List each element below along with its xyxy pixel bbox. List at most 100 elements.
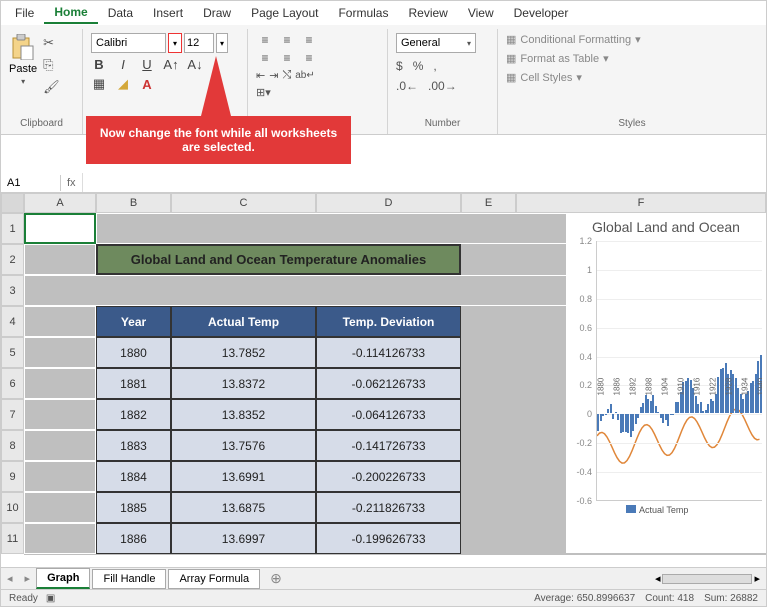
- column-headers: A B C D E F: [24, 193, 766, 213]
- table-row[interactable]: 1883: [96, 430, 171, 461]
- currency-button[interactable]: $: [396, 59, 403, 73]
- font-name-dropdown[interactable]: ▾: [168, 33, 182, 53]
- paste-button[interactable]: Paste ▾: [9, 33, 37, 95]
- row-head-11[interactable]: 11: [1, 523, 24, 554]
- table-row[interactable]: 1884: [96, 461, 171, 492]
- conditional-formatting[interactable]: ▦Conditional Formatting ▾: [506, 33, 758, 46]
- cell-A1[interactable]: [24, 213, 96, 244]
- menu-view[interactable]: View: [458, 3, 504, 23]
- col-head-C[interactable]: C: [171, 193, 316, 213]
- grid-body[interactable]: Global Land and Ocean Temperature Anomal…: [24, 213, 766, 555]
- orientation-button[interactable]: ⤭: [282, 69, 291, 82]
- col-head-F[interactable]: F: [516, 193, 766, 213]
- table-row[interactable]: 1880: [96, 337, 171, 368]
- menu-home[interactable]: Home: [44, 2, 97, 24]
- increase-font-button[interactable]: A↑: [163, 57, 179, 72]
- table-row[interactable]: 1881: [96, 368, 171, 399]
- sheet-tabs: ◂ ▸ Graph Fill Handle Array Formula ⊕ ◂ …: [1, 567, 766, 589]
- row-head-5[interactable]: 5: [1, 337, 24, 368]
- menu-review[interactable]: Review: [398, 3, 457, 23]
- format-painter-icon[interactable]: 🖌: [43, 79, 60, 95]
- underline-button[interactable]: U: [139, 57, 155, 72]
- cut-icon[interactable]: ✂: [43, 35, 60, 51]
- font-color-button[interactable]: A: [139, 77, 155, 92]
- group-number: General▾ $ % , .0← .00→ Number: [388, 29, 498, 134]
- tab-nav-prev[interactable]: ◂: [1, 572, 19, 585]
- title-cell[interactable]: Global Land and Ocean Temperature Anomal…: [96, 244, 461, 275]
- cell-styles[interactable]: ▦Cell Styles ▾: [506, 71, 758, 84]
- record-macro-icon[interactable]: ▣: [46, 593, 55, 604]
- increase-indent[interactable]: ⇥: [269, 69, 278, 82]
- chart-legend: Actual Temp: [566, 501, 766, 515]
- menu-formulas[interactable]: Formulas: [328, 3, 398, 23]
- name-box[interactable]: A1: [1, 175, 61, 191]
- align-mid[interactable]: ≡: [278, 33, 296, 47]
- col-head-A[interactable]: A: [24, 193, 96, 213]
- fx-icon[interactable]: fx: [61, 177, 82, 189]
- align-right[interactable]: ≡: [300, 51, 318, 65]
- font-name-input[interactable]: Calibri: [91, 33, 166, 53]
- increase-decimal[interactable]: .0←: [396, 79, 418, 93]
- decrease-indent[interactable]: ⇤: [256, 69, 265, 82]
- chevron-down-icon: ▾: [21, 77, 25, 86]
- menu-insert[interactable]: Insert: [143, 3, 193, 23]
- menu-developer[interactable]: Developer: [504, 3, 579, 23]
- row-head-1[interactable]: 1: [1, 213, 24, 244]
- italic-button[interactable]: I: [115, 57, 131, 72]
- font-size-dropdown[interactable]: ▾: [216, 33, 228, 53]
- th-dev[interactable]: Temp. Deviation: [316, 306, 461, 337]
- row-head-9[interactable]: 9: [1, 461, 24, 492]
- comma-button[interactable]: ,: [433, 59, 436, 73]
- copy-icon[interactable]: ⎘: [43, 57, 60, 73]
- horizontal-scroll[interactable]: ◂ ▸: [655, 572, 766, 585]
- table-row[interactable]: 1886: [96, 523, 171, 554]
- th-year[interactable]: Year: [96, 306, 171, 337]
- font-size-input[interactable]: 12: [184, 33, 214, 53]
- tab-graph[interactable]: Graph: [36, 568, 90, 589]
- merge-button[interactable]: ⊞▾: [256, 86, 271, 99]
- borders-button[interactable]: ▦: [91, 76, 107, 92]
- menu-file[interactable]: File: [5, 3, 44, 23]
- row-head-6[interactable]: 6: [1, 368, 24, 399]
- fill-color-button[interactable]: ◢: [115, 76, 131, 92]
- bold-button[interactable]: B: [91, 57, 107, 72]
- align-bot[interactable]: ≡: [300, 33, 318, 47]
- align-center[interactable]: ≡: [278, 51, 296, 65]
- cell-A2[interactable]: [24, 244, 96, 275]
- table-row[interactable]: 1882: [96, 399, 171, 430]
- col-head-B[interactable]: B: [96, 193, 171, 213]
- legend-swatch: [626, 505, 636, 513]
- percent-button[interactable]: %: [413, 59, 424, 73]
- number-format-select[interactable]: General▾: [396, 33, 476, 53]
- select-all-corner[interactable]: [1, 193, 24, 213]
- table-icon: ▦: [506, 52, 516, 65]
- chart[interactable]: Global Land and Ocean -0.6-0.4-0.200.20.…: [566, 213, 766, 553]
- row-head-7[interactable]: 7: [1, 399, 24, 430]
- formula-input[interactable]: [82, 173, 766, 192]
- scroll-left-icon[interactable]: ◂: [655, 572, 661, 585]
- align-top[interactable]: ≡: [256, 33, 274, 47]
- row-head-8[interactable]: 8: [1, 430, 24, 461]
- menu-data[interactable]: Data: [98, 3, 143, 23]
- tab-fill-handle[interactable]: Fill Handle: [92, 569, 166, 589]
- decrease-decimal[interactable]: .00→: [428, 79, 457, 93]
- wrap-text-button[interactable]: ab↵: [295, 70, 315, 81]
- col-head-E[interactable]: E: [461, 193, 516, 213]
- table-row[interactable]: 1885: [96, 492, 171, 523]
- menu-draw[interactable]: Draw: [193, 3, 241, 23]
- menu-pagelayout[interactable]: Page Layout: [241, 3, 328, 23]
- col-head-D[interactable]: D: [316, 193, 461, 213]
- row-head-2[interactable]: 2: [1, 244, 24, 275]
- scroll-right-icon[interactable]: ▸: [754, 572, 760, 585]
- row-head-4[interactable]: 4: [1, 306, 24, 337]
- tab-nav-next[interactable]: ▸: [19, 572, 37, 585]
- row-head-10[interactable]: 10: [1, 492, 24, 523]
- new-sheet-button[interactable]: ⊕: [262, 570, 290, 587]
- row-head-3[interactable]: 3: [1, 275, 24, 306]
- th-actual[interactable]: Actual Temp: [171, 306, 316, 337]
- format-as-table[interactable]: ▦Format as Table ▾: [506, 52, 758, 65]
- tab-array-formula[interactable]: Array Formula: [168, 569, 260, 589]
- worksheet: 1 2 3 4 5 6 7 8 9 10 11 A B C D E F: [1, 193, 766, 555]
- align-left[interactable]: ≡: [256, 51, 274, 65]
- scroll-thumb[interactable]: [662, 574, 752, 584]
